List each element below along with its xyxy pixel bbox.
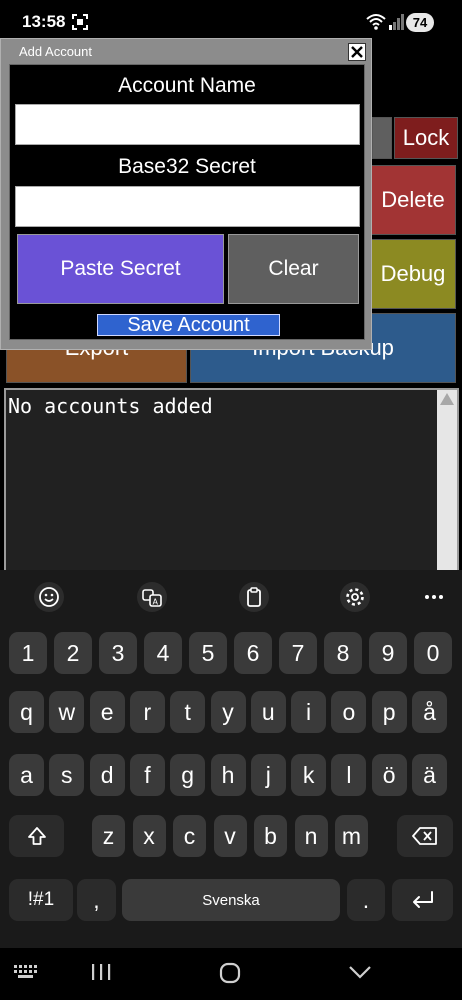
key-4[interactable]: 4 <box>144 632 182 674</box>
key-i[interactable]: i <box>291 691 327 733</box>
battery-indicator: 74 <box>406 13 434 32</box>
key-a[interactable]: a <box>9 754 44 796</box>
key-p[interactable]: p <box>371 691 407 733</box>
key-ä[interactable]: ä <box>412 754 447 796</box>
dialog-body: Account Name Base32 Secret Paste Secret … <box>9 64 365 340</box>
key-t[interactable]: t <box>170 691 206 733</box>
translate-icon[interactable]: A <box>137 582 167 612</box>
emoji-icon[interactable] <box>34 582 64 612</box>
close-icon[interactable] <box>348 43 366 61</box>
gray-button-partial[interactable] <box>372 117 392 159</box>
secret-label: Base32 Secret <box>118 155 256 178</box>
key-m[interactable]: m <box>335 815 368 857</box>
key-j[interactable]: j <box>250 754 286 796</box>
keyboard-hide-icon[interactable] <box>14 965 38 979</box>
key-c[interactable]: c <box>173 815 206 857</box>
recent-apps-icon[interactable] <box>90 962 112 982</box>
key-b[interactable]: b <box>254 815 287 857</box>
key-2[interactable]: 2 <box>54 632 92 674</box>
key-9[interactable]: 9 <box>369 632 407 674</box>
symbols-key[interactable]: !#1 <box>9 879 73 921</box>
account-name-input[interactable] <box>15 104 360 145</box>
key-h[interactable]: h <box>210 754 246 796</box>
key-s[interactable]: s <box>49 754 85 796</box>
clear-button[interactable]: Clear <box>228 234 359 304</box>
key-3[interactable]: 3 <box>99 632 137 674</box>
key-f[interactable]: f <box>129 754 165 796</box>
back-chevron-icon[interactable] <box>348 964 372 980</box>
lock-button[interactable]: Lock <box>394 117 458 159</box>
settings-icon[interactable] <box>340 582 370 612</box>
accounts-empty-text: No accounts added <box>8 394 213 418</box>
navigation-bar <box>0 948 462 1000</box>
add-account-dialog: Add Account Account Name Base32 Secret P… <box>0 38 372 350</box>
key-n[interactable]: n <box>294 815 328 857</box>
wifi-icon <box>366 14 386 30</box>
key-u[interactable]: u <box>250 691 286 733</box>
key-g[interactable]: g <box>170 754 206 796</box>
key-8[interactable]: 8 <box>324 632 362 674</box>
key-å[interactable]: å <box>412 691 447 733</box>
key-l[interactable]: l <box>331 754 367 796</box>
home-icon[interactable] <box>219 962 241 984</box>
backspace-key[interactable] <box>397 815 453 857</box>
key-r[interactable]: r <box>129 691 165 733</box>
key-ö[interactable]: ö <box>371 754 407 796</box>
clipboard-icon[interactable] <box>239 582 269 612</box>
accounts-list[interactable]: No accounts added <box>4 388 459 570</box>
scrollbar[interactable] <box>437 390 457 570</box>
screen-capture-icon <box>72 14 88 30</box>
svg-text:A: A <box>153 598 159 607</box>
more-icon[interactable] <box>419 582 449 612</box>
account-name-label: Account Name <box>118 74 256 97</box>
status-time: 13:58 <box>22 12 66 31</box>
key-7[interactable]: 7 <box>279 632 317 674</box>
key-z[interactable]: z <box>92 815 125 857</box>
key-w[interactable]: w <box>49 691 85 733</box>
comma-key[interactable]: , <box>77 879 116 921</box>
key-6[interactable]: 6 <box>234 632 272 674</box>
keyboard: A 1234567890 qwertyuiopå asdfghjklöä zxcvbn… <box>0 570 462 948</box>
dialog-title: Add Account <box>19 44 92 59</box>
key-v[interactable]: v <box>213 815 247 857</box>
key-q[interactable]: q <box>9 691 44 733</box>
signal-icon <box>389 14 404 30</box>
key-y[interactable]: y <box>210 691 246 733</box>
enter-key[interactable] <box>392 879 453 921</box>
key-k[interactable]: k <box>291 754 327 796</box>
period-key[interactable]: . <box>347 879 385 921</box>
save-account-button[interactable]: Save Account <box>97 314 280 336</box>
key-d[interactable]: d <box>89 754 125 796</box>
key-e[interactable]: e <box>89 691 125 733</box>
paste-secret-button[interactable]: Paste Secret <box>17 234 224 304</box>
key-o[interactable]: o <box>331 691 367 733</box>
space-key[interactable]: Svenska <box>122 879 340 921</box>
dialog-titlebar[interactable]: Add Account <box>1 39 371 63</box>
key-1[interactable]: 1 <box>9 632 47 674</box>
shift-key[interactable] <box>9 815 64 857</box>
scroll-up-arrow-icon[interactable] <box>440 393 454 405</box>
key-5[interactable]: 5 <box>189 632 227 674</box>
key-x[interactable]: x <box>132 815 166 857</box>
secret-input[interactable] <box>15 186 360 227</box>
keyboard-toolbar: A <box>0 570 462 622</box>
key-0[interactable]: 0 <box>414 632 452 674</box>
